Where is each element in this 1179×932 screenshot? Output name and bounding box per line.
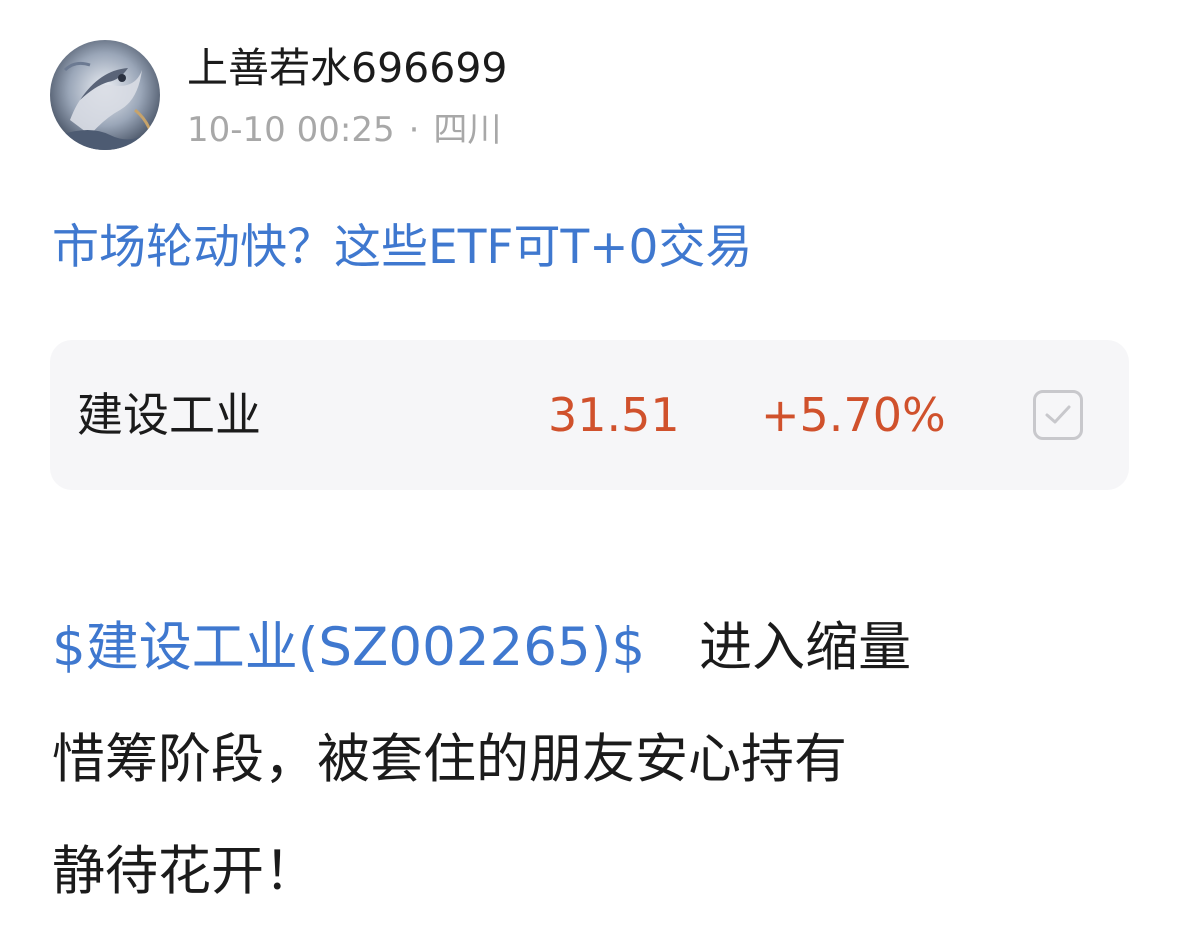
meta-separator: · bbox=[408, 110, 420, 150]
author-avatar[interactable] bbox=[50, 40, 160, 150]
post-body-text-1: 进入缩量 bbox=[699, 617, 912, 678]
post-header: 上善若水696699 10-10 00:25 · 四川 bbox=[50, 40, 1130, 150]
post-time: 10-10 00:25 bbox=[187, 110, 395, 150]
post-body-line-3: 静待花开！ bbox=[52, 841, 317, 902]
post-location: 四川 bbox=[433, 110, 502, 150]
post-meta: 10-10 00:25 · 四川 bbox=[187, 108, 501, 152]
author-name[interactable]: 上善若水696699 bbox=[187, 42, 508, 94]
stock-card[interactable]: 建设工业 31.51 +5.70% bbox=[50, 340, 1129, 490]
post-body: $建设工业(SZ002265)$ 进入缩量 惜筹阶段，被套住的朋友安心持有 静待花… bbox=[52, 592, 1142, 928]
stock-price: 31.51 bbox=[548, 388, 680, 442]
dragon-avatar-icon bbox=[50, 40, 160, 150]
stock-cashtag-link[interactable]: $建设工业(SZ002265)$ bbox=[52, 617, 645, 678]
post-body-line-1: $建设工业(SZ002265)$ 进入缩量 bbox=[52, 592, 1142, 704]
topic-link[interactable]: 市场轮动快？这些ETF可T+0交易 bbox=[52, 216, 752, 280]
stock-watch-checkbox[interactable] bbox=[1033, 390, 1083, 440]
checkbox-check-icon bbox=[1045, 405, 1071, 424]
post-body-line-2: 惜筹阶段，被套住的朋友安心持有 bbox=[52, 729, 847, 790]
stock-change: +5.70% bbox=[761, 388, 946, 442]
stock-name: 建设工业 bbox=[77, 388, 261, 442]
